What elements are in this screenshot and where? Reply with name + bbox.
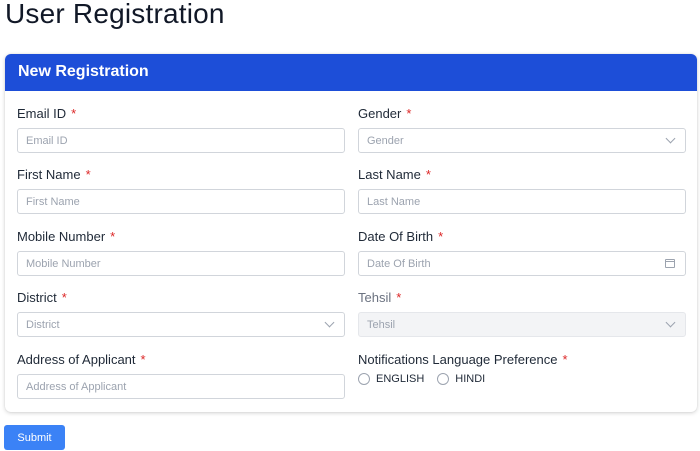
gender-field-group: Gender * Gender [358, 106, 686, 153]
district-select[interactable]: District [17, 312, 345, 337]
first-name-field-group: First Name * [17, 167, 345, 214]
required-mark: * [562, 352, 568, 367]
tehsil-field-group: Tehsil * Tehsil [358, 290, 686, 337]
language-field-group: Notifications Language Preference * ENGLI… [358, 352, 686, 385]
last-name-field-group: Last Name * [358, 167, 686, 214]
chevron-down-icon [665, 317, 676, 328]
required-mark: * [61, 290, 67, 305]
radio-label-english: ENGLISH [376, 373, 425, 385]
language-radio-group: ENGLISH HINDI [358, 373, 498, 385]
required-mark: * [396, 290, 402, 305]
required-mark: * [406, 106, 412, 121]
chevron-down-icon [324, 317, 335, 328]
calendar-icon[interactable] [665, 259, 675, 268]
email-label: Email ID * [17, 106, 77, 121]
tehsil-select: Tehsil [358, 312, 686, 337]
required-mark: * [425, 167, 431, 182]
required-mark: * [110, 229, 116, 244]
required-mark: * [140, 352, 146, 367]
radio-circle-icon[interactable] [358, 373, 370, 385]
dob-input-value: Date Of Birth [367, 257, 431, 270]
mobile-label: Mobile Number * [17, 229, 116, 244]
language-radio-english[interactable]: ENGLISH [358, 373, 424, 385]
email-input[interactable] [17, 128, 345, 153]
registration-card: New Registration Email ID* Gender* Gende… [5, 54, 697, 412]
dob-label: Date Of Birth * [358, 229, 444, 244]
chevron-down-icon [665, 133, 676, 144]
radio-circle-icon[interactable] [437, 373, 450, 385]
first-name-input[interactable] [17, 189, 345, 214]
address-field-group: Address of Applicant * [17, 352, 345, 399]
required-mark: * [438, 229, 444, 244]
card-header: New Registration [5, 54, 697, 91]
radio-label-hindi: HINDI [455, 373, 486, 385]
address-input[interactable] [17, 374, 345, 399]
first-name-label: First Name * [17, 167, 91, 182]
tehsil-label: Tehsil * [358, 290, 402, 305]
required-mark: * [71, 106, 77, 121]
language-radio-hindi[interactable]: HINDI [437, 373, 485, 385]
district-label: District * [17, 290, 67, 305]
gender-select[interactable]: Gender [358, 128, 686, 153]
submit-button[interactable]: Submit [4, 425, 65, 450]
required-mark: * [85, 167, 91, 182]
dob-field-group: Date Of Birth * Date Of Birth [358, 229, 686, 276]
last-name-input[interactable] [358, 189, 686, 214]
email-field-group: Email ID * [17, 106, 345, 153]
gender-label: Gender * [358, 106, 412, 121]
last-name-label: Last Name * [358, 167, 431, 182]
address-label: Address of Applicant * [17, 352, 146, 367]
language-label: Notifications Language Preference * [358, 352, 568, 367]
tehsil-select-value: Tehsil [367, 318, 396, 331]
page-title: User Registration [5, 0, 225, 29]
mobile-input[interactable] [17, 251, 345, 276]
gender-select-value: Gender [367, 134, 404, 147]
district-field-group: District * District [17, 290, 345, 337]
district-select-value: District [26, 318, 60, 331]
mobile-field-group: Mobile Number * [17, 229, 345, 276]
dob-input[interactable]: Date Of Birth [358, 251, 686, 276]
